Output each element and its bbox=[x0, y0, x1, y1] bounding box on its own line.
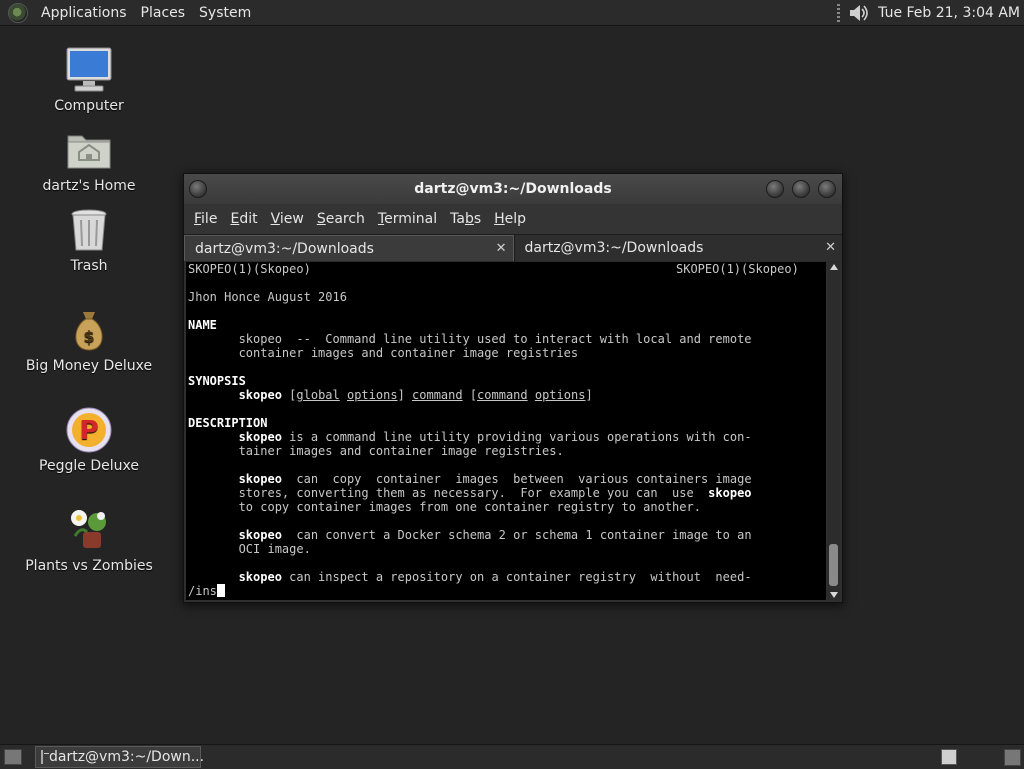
tab-label: dartz@vm3:~/Downloads bbox=[524, 240, 704, 256]
desktop-icon-label: dartz's Home bbox=[42, 178, 136, 194]
window-title: dartz@vm3:~/Downloads bbox=[414, 181, 612, 197]
close-button[interactable] bbox=[818, 180, 836, 198]
text-cursor bbox=[216, 584, 225, 597]
desktop-icon-trash[interactable]: Trash bbox=[19, 206, 159, 274]
menu-terminal[interactable]: Terminal bbox=[373, 211, 443, 227]
applications-menu[interactable]: Applications bbox=[34, 5, 134, 21]
menu-file[interactable]: File bbox=[189, 211, 223, 227]
maximize-button[interactable] bbox=[792, 180, 810, 198]
terminal-window: dartz@vm3:~/Downloads File Edit View Sea… bbox=[183, 173, 843, 603]
man-author: Jhon Honce August 2016 bbox=[188, 290, 347, 304]
scroll-down-arrow-icon[interactable] bbox=[830, 592, 838, 598]
distro-logo-icon[interactable] bbox=[8, 2, 28, 23]
peggle-icon: P bbox=[65, 406, 113, 454]
system-menu[interactable]: System bbox=[192, 5, 258, 21]
terminal-tabs: dartz@vm3:~/Downloads ✕ dartz@vm3:~/Down… bbox=[184, 234, 842, 262]
desktop-icon-peggle[interactable]: P Peggle Deluxe bbox=[19, 406, 159, 474]
taskbar-terminal-button[interactable]: dartz@vm3:~/Down... bbox=[35, 746, 205, 768]
menu-view[interactable]: View bbox=[266, 211, 310, 227]
show-desktop-icon[interactable] bbox=[4, 749, 22, 765]
desktop-icon-label: Peggle Deluxe bbox=[39, 458, 139, 474]
bottom-panel: dartz@vm3:~/Down... bbox=[0, 744, 1024, 769]
taskbar-label: dartz@vm3:~/Down... bbox=[49, 749, 205, 765]
clock[interactable]: Tue Feb 21, 3:04 AM bbox=[878, 5, 1020, 21]
menu-tabs[interactable]: Tabs bbox=[445, 211, 487, 227]
trash-icon bbox=[65, 206, 113, 254]
trash-applet-icon[interactable] bbox=[1004, 749, 1021, 766]
section-name: NAME bbox=[188, 318, 217, 332]
desktop-icon-home[interactable]: dartz's Home bbox=[19, 126, 159, 194]
synopsis-line: skopeo [global options] command [command… bbox=[238, 388, 593, 402]
search-prompt[interactable]: /ins bbox=[188, 584, 225, 598]
desktop-icon-computer[interactable]: Computer bbox=[19, 46, 159, 114]
man-header-right: SKOPEO(1)(Skopeo) bbox=[676, 262, 799, 276]
name-line: container images and container image reg… bbox=[188, 346, 579, 360]
section-synopsis: SYNOPSIS bbox=[188, 374, 246, 388]
window-menu-button[interactable] bbox=[189, 180, 207, 198]
minimize-button[interactable] bbox=[766, 180, 784, 198]
desktop-icon-label: Computer bbox=[54, 98, 124, 114]
description-line: OCI image. bbox=[188, 542, 311, 556]
terminal-scrollbar[interactable] bbox=[827, 262, 840, 600]
terminal-menubar: File Edit View Search Terminal Tabs Help bbox=[184, 204, 842, 234]
money-bag-icon: $ bbox=[65, 306, 113, 354]
home-folder-icon bbox=[65, 126, 113, 174]
desktop-icon-big-money[interactable]: $ Big Money Deluxe bbox=[19, 306, 159, 374]
plants-icon bbox=[65, 506, 113, 554]
computer-icon bbox=[65, 46, 113, 94]
tab-label: dartz@vm3:~/Downloads bbox=[195, 241, 374, 257]
desktop-icon-label: Plants vs Zombies bbox=[25, 558, 153, 574]
description-line: tainer images and container image regist… bbox=[188, 444, 564, 458]
volume-icon[interactable] bbox=[848, 3, 870, 23]
name-line: skopeo -- Command line utility used to i… bbox=[188, 332, 752, 346]
description-line: to copy container images from one contai… bbox=[188, 500, 701, 514]
menu-edit[interactable]: Edit bbox=[225, 211, 263, 227]
scrollbar-thumb[interactable] bbox=[829, 544, 838, 586]
svg-text:P: P bbox=[79, 416, 98, 446]
desktop-icon-label: Big Money Deluxe bbox=[25, 358, 153, 374]
window-titlebar[interactable]: dartz@vm3:~/Downloads bbox=[184, 174, 842, 204]
description-line: stores, converting them as necessary. Fo… bbox=[188, 486, 752, 500]
description-line: skopeo can convert a Docker schema 2 or … bbox=[238, 528, 752, 542]
menu-help[interactable]: Help bbox=[489, 211, 532, 227]
terminal-output[interactable]: SKOPEO(1)(Skopeo) SKOPEO(1)(Skopeo) Jhon… bbox=[186, 262, 826, 600]
scroll-up-arrow-icon[interactable] bbox=[830, 264, 838, 270]
desktop-icon-label: Trash bbox=[70, 258, 108, 274]
menu-search[interactable]: Search bbox=[312, 211, 371, 227]
description-line: skopeo can inspect a repository on a con… bbox=[238, 570, 752, 584]
places-menu[interactable]: Places bbox=[134, 5, 193, 21]
tab-downloads-1[interactable]: dartz@vm3:~/Downloads ✕ bbox=[184, 235, 514, 261]
workspace-switcher[interactable] bbox=[941, 749, 957, 765]
top-panel: Applications Places System Tue Feb 21, 3… bbox=[0, 0, 1024, 26]
close-tab-icon[interactable]: ✕ bbox=[496, 236, 507, 262]
tab-downloads-2[interactable]: dartz@vm3:~/Downloads ✕ bbox=[513, 235, 842, 261]
svg-text:$: $ bbox=[83, 327, 94, 346]
description-line: skopeo can copy container images between… bbox=[238, 472, 752, 486]
panel-grip-icon bbox=[837, 3, 841, 22]
terminal-icon bbox=[41, 750, 49, 764]
close-tab-icon[interactable]: ✕ bbox=[825, 235, 836, 261]
description-line: skopeo is a command line utility providi… bbox=[238, 430, 752, 444]
desktop-icon-plants-vs-zombies[interactable]: Plants vs Zombies bbox=[19, 506, 159, 574]
section-description: DESCRIPTION bbox=[188, 416, 268, 430]
man-header: SKOPEO(1)(Skopeo) bbox=[188, 262, 311, 276]
